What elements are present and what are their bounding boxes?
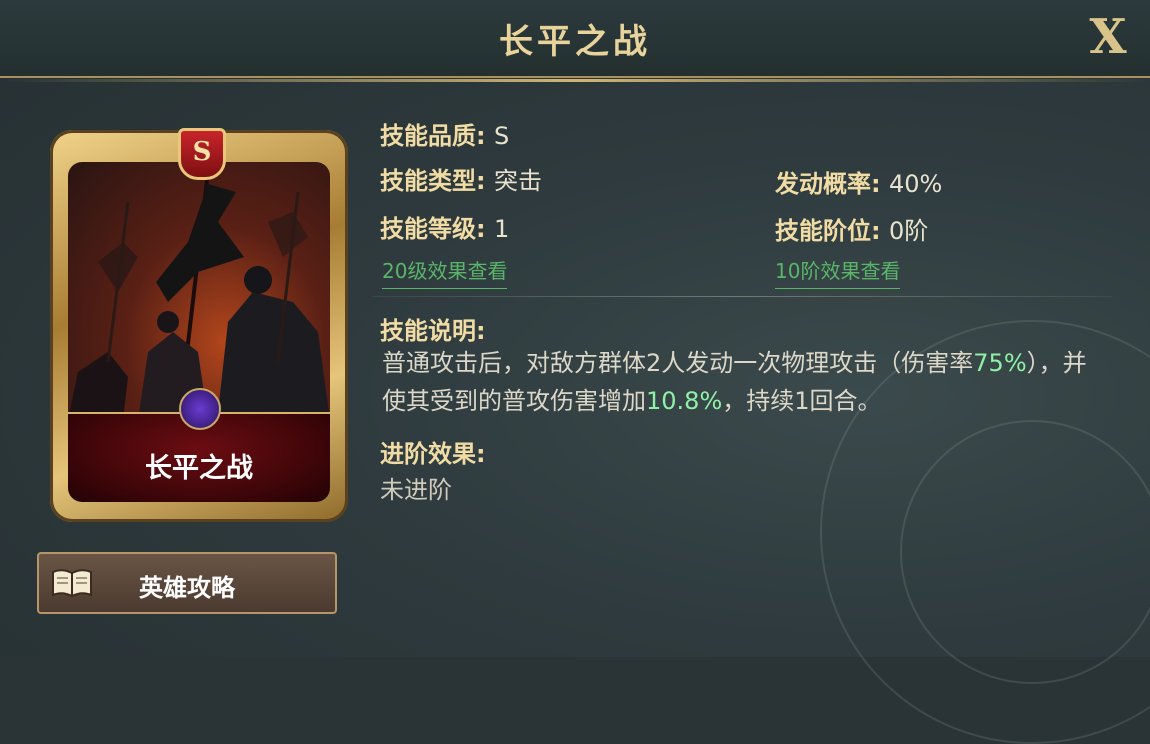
- skill-card-artwork: [68, 162, 330, 420]
- skill-level-value: 1: [493, 215, 510, 243]
- description-text-1: 普通攻击后，对敌方群体2人发动一次物理攻击（伤害率: [382, 349, 974, 377]
- hero-guide-label: 英雄攻略: [139, 574, 235, 602]
- skill-quality-value: S: [493, 122, 510, 150]
- skill-rank-label: 技能阶位:: [775, 217, 881, 245]
- skill-type-value: 突击: [493, 167, 542, 195]
- skill-quality: 技能品质: S: [380, 116, 509, 151]
- skill-detail-dialog: 长平之战 X 长平之战 S 英雄攻略 技能品质: S 技能类型: 突击 发动概率…: [0, 0, 1150, 744]
- skill-rank-value: 0阶: [888, 217, 929, 245]
- advancement-heading: 进阶效果:: [380, 440, 486, 468]
- skill-card: 长平之战: [50, 130, 348, 522]
- damage-increase-value: 10.8%: [646, 387, 723, 415]
- close-button[interactable]: X: [1080, 8, 1136, 66]
- skill-quality-label: 技能品质:: [380, 122, 486, 150]
- trigger-rate-value: 40%: [888, 170, 943, 198]
- background-ornament: [900, 420, 1150, 684]
- title-bar: 长平之战 X: [0, 0, 1150, 82]
- hero-guide-button[interactable]: 英雄攻略: [37, 552, 337, 614]
- skill-card-name: 长平之战: [145, 453, 253, 484]
- rank-effect-link[interactable]: 10阶效果查看: [775, 255, 901, 289]
- skill-rank: 技能阶位: 0阶: [775, 211, 928, 246]
- dialog-title: 长平之战: [499, 22, 651, 62]
- skill-description: 普通攻击后，对敌方群体2人发动一次物理攻击（伤害率75%），并使其受到的普攻伤害…: [382, 344, 1092, 420]
- battle-scene-illustration: [68, 171, 330, 420]
- advancement-value: 未进阶: [380, 476, 452, 504]
- faction-icon: [179, 388, 221, 430]
- skill-type-label: 技能类型:: [380, 167, 486, 195]
- description-text-3: ，持续1回合。: [722, 387, 882, 415]
- skill-type: 技能类型: 突击: [380, 161, 542, 196]
- trigger-rate-label: 发动概率:: [775, 170, 881, 198]
- description-heading: 技能说明:: [380, 317, 486, 345]
- skill-level-label: 技能等级:: [380, 215, 486, 243]
- skill-level: 技能等级: 1: [380, 209, 509, 244]
- grade-badge: S: [178, 128, 226, 180]
- section-divider: [372, 296, 1112, 297]
- level-effect-link[interactable]: 20级效果查看: [382, 255, 508, 289]
- trigger-rate: 发动概率: 40%: [775, 164, 942, 199]
- damage-rate-value: 75%: [973, 349, 1027, 377]
